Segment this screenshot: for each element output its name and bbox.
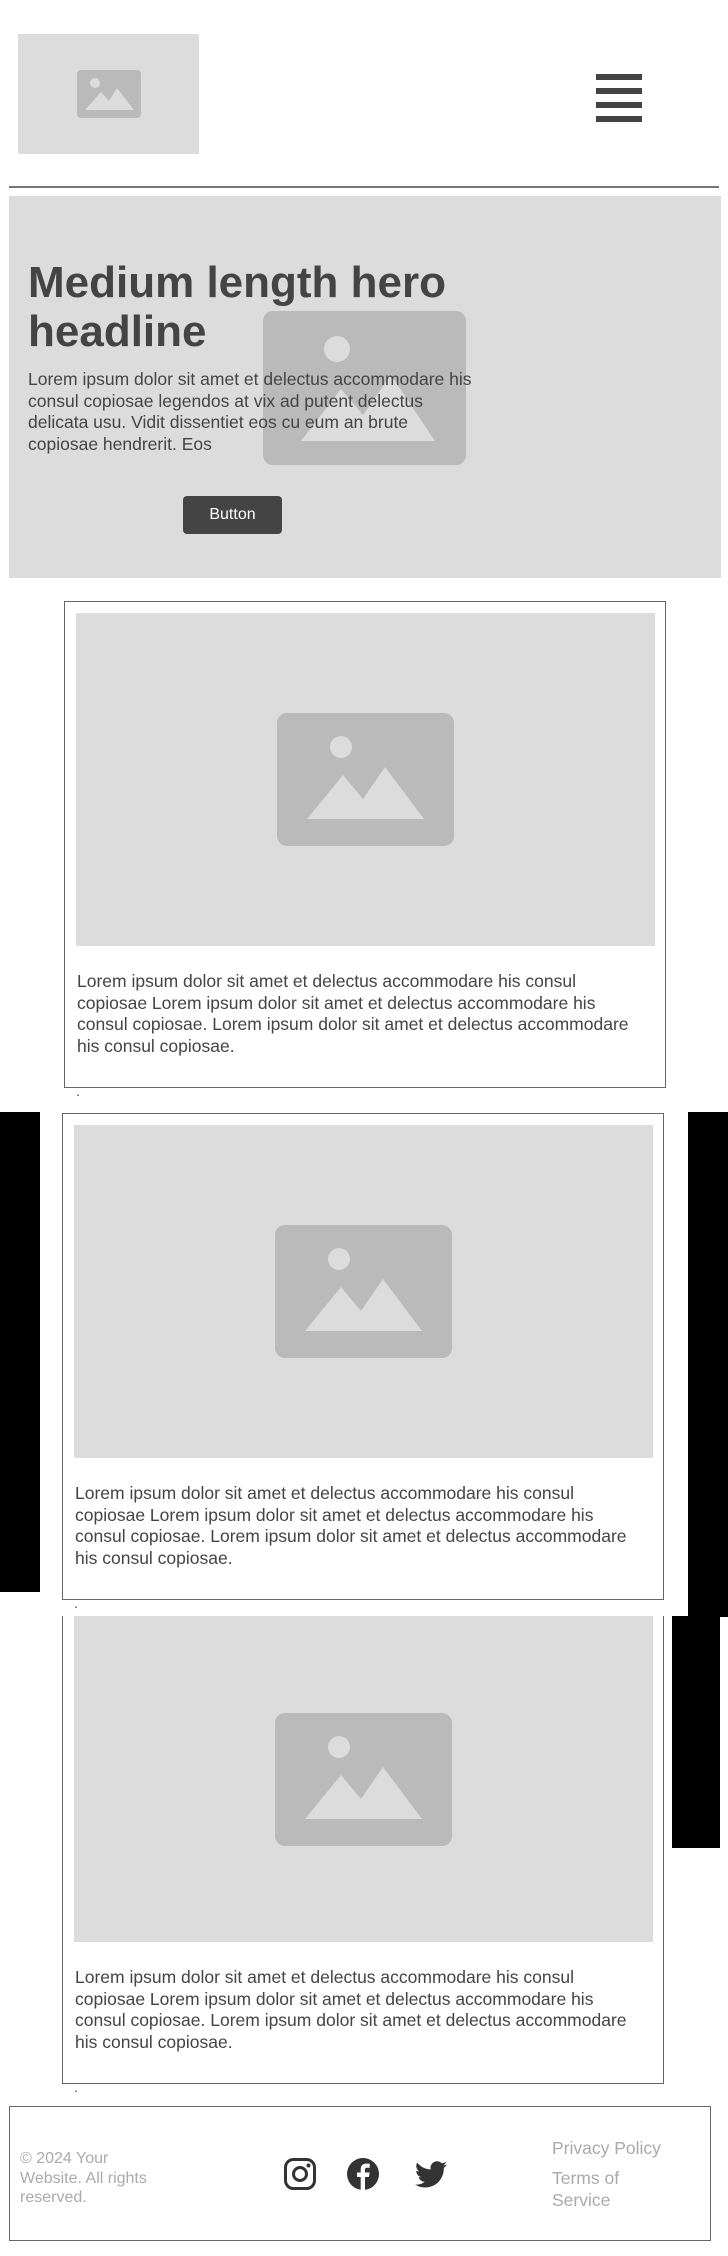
card-text: Lorem ipsum dolor sit amet et delectus a… bbox=[75, 1967, 627, 2053]
terms-of-service-link[interactable]: Terms of Service bbox=[552, 2168, 642, 2211]
header-divider bbox=[9, 186, 719, 188]
menu-bar bbox=[596, 116, 642, 122]
site-logo[interactable] bbox=[18, 34, 199, 154]
facebook-icon[interactable] bbox=[346, 2157, 380, 2191]
decorative-block bbox=[672, 1616, 720, 1848]
copyright-text: © 2024 Your Website. All rights reserved… bbox=[20, 2150, 147, 2206]
card-text: Lorem ipsum dolor sit amet et delectus a… bbox=[75, 1483, 627, 1569]
hero-button[interactable]: Button bbox=[183, 496, 282, 534]
card-dot: . bbox=[74, 1595, 78, 1611]
image-placeholder-icon bbox=[76, 70, 141, 118]
image-placeholder-icon bbox=[275, 1225, 452, 1358]
hero-text: Lorem ipsum dolor sit amet et delectus a… bbox=[28, 369, 472, 454]
image-placeholder-icon bbox=[275, 1712, 452, 1846]
menu-bar bbox=[596, 88, 642, 94]
image-placeholder-icon bbox=[277, 713, 454, 846]
card-image bbox=[74, 1616, 653, 1942]
card-text: Lorem ipsum dolor sit amet et delectus a… bbox=[77, 971, 629, 1057]
instagram-icon[interactable] bbox=[283, 2157, 317, 2191]
decorative-block bbox=[0, 1112, 40, 1592]
twitter-icon[interactable] bbox=[414, 2158, 448, 2192]
privacy-policy-link[interactable]: Privacy Policy bbox=[552, 2138, 692, 2160]
menu-bar bbox=[596, 102, 642, 108]
card-image bbox=[74, 1125, 653, 1458]
menu-bar bbox=[596, 74, 642, 80]
card-image bbox=[76, 613, 655, 946]
card-dot: . bbox=[76, 1083, 80, 1099]
card-dot: . bbox=[74, 2079, 78, 2095]
decorative-block bbox=[688, 1112, 728, 1617]
hero-title: Medium length hero headline bbox=[28, 258, 446, 356]
hamburger-menu-icon[interactable] bbox=[596, 74, 646, 122]
